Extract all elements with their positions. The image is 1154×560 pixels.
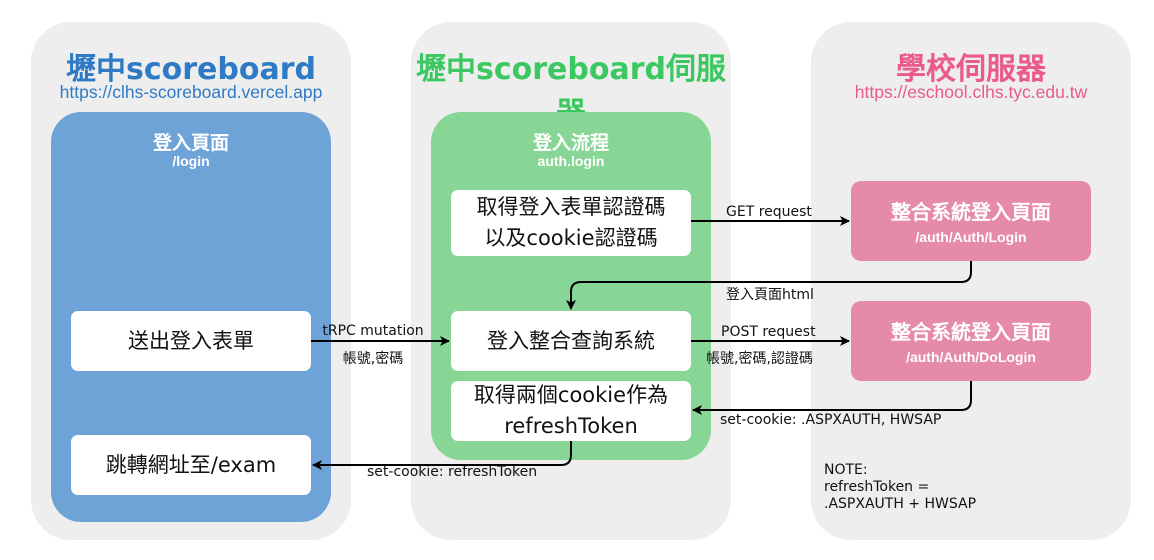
flow-arrows [311,216,972,470]
post-request-label: POST request [721,324,816,340]
set-cookie-school-label: set-cookie: .ASPXAUTH, HWSAP [720,412,942,428]
note-line-3: .ASPXAUTH + HWSAP [824,496,977,512]
trpc-label: tRPC mutation [322,323,424,339]
trpc-params-label: 帳號,密碼 [342,351,404,367]
post-params-label: 帳號,密碼,認證碼 [706,351,813,367]
note-line-2: refreshToken = [824,479,930,495]
login-html-label: 登入頁面html [726,287,814,303]
note-heading: NOTE: [824,462,868,478]
note: NOTE: refreshToken = .ASPXAUTH + HWSAP [824,462,976,513]
set-cookie-client-label: set-cookie: refreshToken [367,464,538,480]
get-request-label: GET request [726,204,812,220]
arrow-set-cookie-school [692,381,972,415]
arrow-set-cookie-client [312,441,572,470]
